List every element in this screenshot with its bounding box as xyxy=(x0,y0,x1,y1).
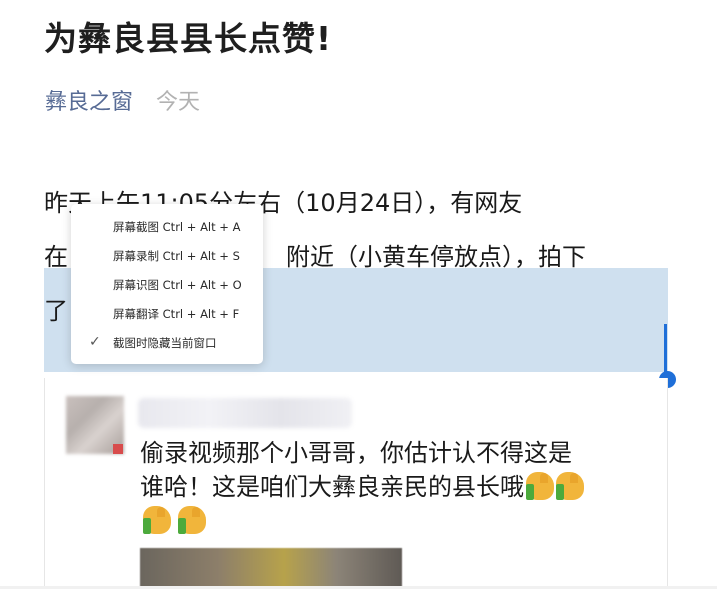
comment-line-1: 偷录视频那个小哥哥，你估计认不得这是 xyxy=(140,439,572,467)
article-line-2-end: 附近（小黄车停放点），拍下 xyxy=(286,243,586,271)
menu-item-screen-translate[interactable]: 屏幕翻译 Ctrl + Alt + F xyxy=(113,304,239,324)
check-icon: ✓ xyxy=(89,334,101,350)
article-title: 为彝良县县长点赞! xyxy=(44,19,333,58)
emoji-row xyxy=(141,506,207,534)
menu-item-screen-ocr[interactable]: 屏幕识图 Ctrl + Alt + O xyxy=(113,275,242,295)
article-line-3-start: 了 xyxy=(44,297,68,325)
screenshot-context-menu: 屏幕截图 Ctrl + Alt + A 屏幕录制 Ctrl + Alt + S … xyxy=(71,204,263,364)
comment-text: 偷录视频那个小哥哥，你估计认不得这是 谁哈！这是咱们大彝良亲民的县长哦 xyxy=(140,436,640,504)
menu-item-screen-capture[interactable]: 屏幕截图 Ctrl + Alt + A xyxy=(113,217,240,237)
menu-item-hide-window[interactable]: 截图时隐藏当前窗口 xyxy=(113,333,217,353)
article-meta: 彝良之窗 今天 xyxy=(45,84,200,116)
publish-date: 今天 xyxy=(156,90,201,115)
avatar-badge xyxy=(113,444,123,454)
comment-line-2: 谁哈！这是咱们大彝良亲民的县长哦 xyxy=(140,473,524,501)
thumbs-up-icon xyxy=(556,472,584,500)
comment-line-2-wrap: 谁哈！这是咱们大彝良亲民的县长哦 xyxy=(140,470,640,504)
menu-item-screen-record[interactable]: 屏幕录制 Ctrl + Alt + S xyxy=(113,246,240,266)
thumbs-up-icon xyxy=(526,472,554,500)
thumbs-up-icon xyxy=(143,506,171,534)
account-name-link[interactable]: 彝良之窗 xyxy=(45,90,133,115)
thumbs-up-icon xyxy=(178,506,207,534)
card-border-left xyxy=(44,378,45,589)
comment-photo[interactable] xyxy=(140,548,402,589)
blurred-username xyxy=(138,398,352,428)
card-border-right xyxy=(667,378,668,589)
